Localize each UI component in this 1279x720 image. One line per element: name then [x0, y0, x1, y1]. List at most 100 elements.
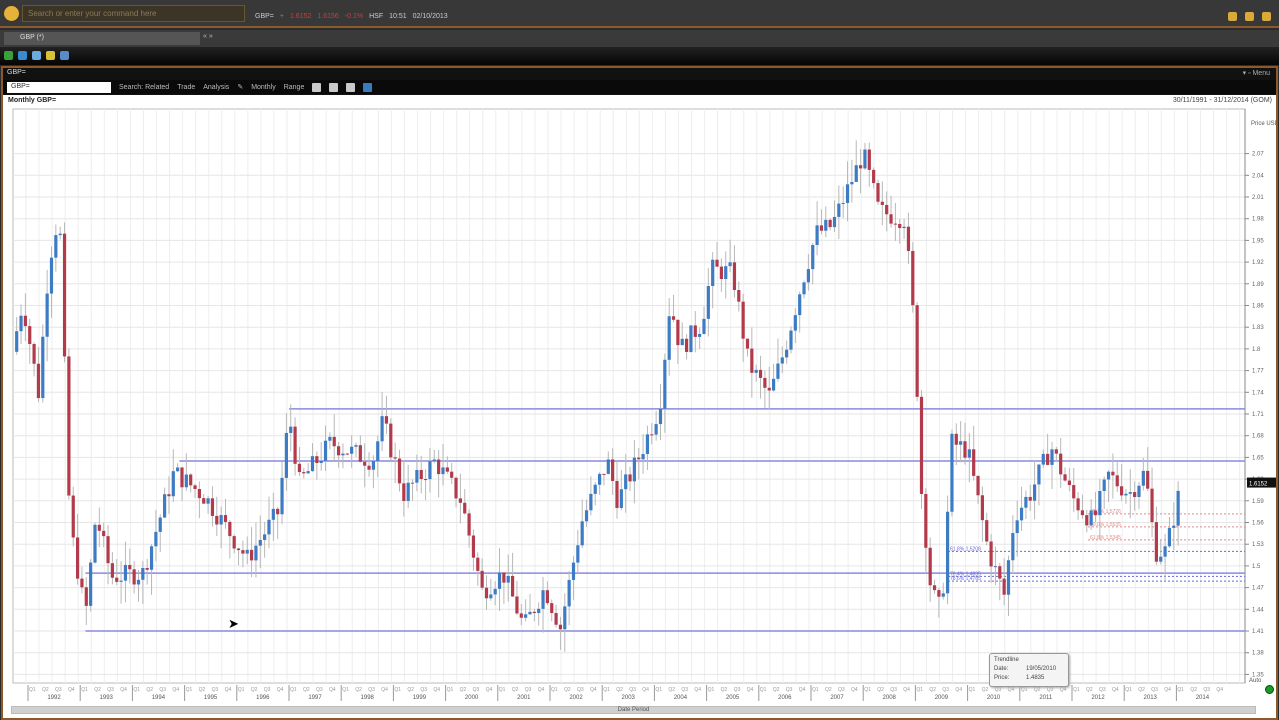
candle-body — [176, 467, 180, 472]
y-tick-label: 2.07 — [1252, 152, 1264, 158]
candle-body — [872, 169, 876, 184]
analysis-menu[interactable]: Analysis — [203, 84, 229, 91]
candle-body — [676, 319, 680, 346]
export-icon[interactable] — [363, 82, 373, 92]
candle-body — [215, 515, 219, 525]
candle-body — [1172, 525, 1176, 528]
template-icon[interactable] — [346, 82, 356, 92]
x-year-label: 1999 — [413, 695, 427, 701]
date-scrollbar[interactable]: Date Period — [11, 706, 1256, 714]
messages-icon[interactable] — [1228, 12, 1237, 21]
app-logo-icon[interactable] — [4, 6, 19, 21]
x-quarter-label: Q1 — [708, 687, 715, 693]
x-year-label: 2009 — [935, 695, 949, 701]
candle-body — [993, 566, 998, 568]
user-icon[interactable] — [1262, 12, 1271, 21]
tab-scroll-controls[interactable]: « » — [203, 33, 213, 40]
candle-body — [711, 259, 715, 287]
trade-menu[interactable]: Trade — [177, 84, 195, 91]
tooltip-title: Trendline — [994, 657, 1019, 663]
candle-body — [510, 575, 515, 597]
x-quarter-label: Q1 — [812, 687, 819, 693]
y-tick-label: 1.41 — [1252, 629, 1264, 635]
layout-icon[interactable] — [329, 82, 339, 92]
candle-body — [1063, 474, 1067, 481]
candle-body — [532, 611, 536, 614]
search-related-menu[interactable]: Search: Related — [119, 84, 169, 91]
window-controls[interactable]: ▾ ▫ Menu — [1243, 69, 1270, 77]
candle-body — [1037, 464, 1041, 485]
ticker-ric[interactable]: GBP= — [255, 13, 274, 20]
candle-body — [558, 624, 563, 630]
candle-body — [541, 590, 545, 609]
candle-body — [423, 479, 428, 481]
x-quarter-label: Q3 — [264, 687, 271, 693]
draw-tool-icon[interactable]: ✎ — [237, 83, 243, 91]
interval-menu[interactable]: Monthly — [251, 84, 276, 91]
tooltip-date: 19/05/2010 — [1026, 666, 1057, 672]
x-quarter-label: Q4 — [68, 687, 75, 693]
x-quarter-label: Q4 — [433, 687, 440, 693]
candle-body — [102, 530, 106, 537]
y-tick-label: 1.71 — [1252, 412, 1264, 418]
save-icon[interactable] — [18, 51, 27, 60]
candle-body — [241, 550, 245, 554]
command-search-input[interactable]: Search or enter your command here — [22, 5, 245, 22]
candle-body — [1111, 471, 1115, 476]
x-quarter-label: Q4 — [1008, 687, 1015, 693]
x-year-label: 2011 — [1039, 695, 1053, 701]
price-chart[interactable]: 1.351.381.411.441.471.51.531.561.591.621… — [3, 95, 1276, 718]
candle-body — [637, 457, 641, 460]
chart-type-icon[interactable] — [312, 82, 322, 92]
bell-icon[interactable] — [46, 51, 55, 60]
candle-body — [232, 536, 236, 549]
x-quarter-label: Q3 — [316, 687, 323, 693]
x-year-label: 2010 — [987, 695, 1001, 701]
candle-body — [145, 567, 149, 570]
candle-body — [310, 456, 315, 472]
y-tick-label: 1.77 — [1252, 369, 1264, 375]
x-quarter-label: Q2 — [982, 687, 989, 693]
tab-gbp[interactable]: GBP (*) — [4, 32, 200, 45]
x-quarter-label: Q1 — [290, 687, 297, 693]
candle-body — [254, 545, 258, 561]
y-tick-label: 1.95 — [1252, 238, 1264, 244]
trendline-tooltip: Trendline Date: 19/05/2010 Price: 1.4835 — [989, 653, 1069, 687]
candle-body — [167, 494, 171, 497]
candle-body — [584, 510, 589, 522]
candle-body — [1093, 510, 1098, 516]
live-status-icon — [1265, 685, 1274, 694]
candle-body — [580, 521, 584, 546]
x-quarter-label: Q1 — [81, 687, 88, 693]
x-quarter-label: Q1 — [186, 687, 193, 693]
x-quarter-label: Q2 — [564, 687, 571, 693]
candle-body — [376, 441, 380, 462]
candle-body — [428, 461, 432, 480]
candle-body — [276, 508, 280, 515]
candle-body — [567, 579, 571, 607]
ric-input[interactable]: GBP= — [7, 81, 111, 93]
candle-body — [506, 575, 510, 583]
candle-body — [89, 562, 93, 606]
x-quarter-label: Q1 — [1125, 687, 1132, 693]
candle-body — [258, 539, 262, 546]
add-icon[interactable] — [4, 51, 13, 60]
candle-body — [263, 534, 267, 540]
alerts-icon[interactable] — [1245, 12, 1254, 21]
y-tick-label: 1.92 — [1252, 260, 1264, 266]
x-quarter-label: Q2 — [42, 687, 49, 693]
x-quarter-label: Q1 — [864, 687, 871, 693]
candle-body — [645, 434, 650, 455]
print-icon[interactable] — [32, 51, 41, 60]
chart-area[interactable]: 1.351.381.411.441.471.51.531.561.591.621… — [3, 95, 1276, 718]
range-menu[interactable]: Range — [284, 84, 305, 91]
x-quarter-label: Q2 — [1190, 687, 1197, 693]
candle-body — [171, 471, 175, 497]
candle-body — [1028, 496, 1032, 501]
share-icon[interactable] — [60, 51, 69, 60]
candle-body — [571, 562, 576, 580]
x-quarter-label: Q4 — [1164, 687, 1171, 693]
x-year-label: 2000 — [465, 695, 479, 701]
x-quarter-label: Q3 — [786, 687, 793, 693]
x-quarter-label: Q1 — [760, 687, 767, 693]
